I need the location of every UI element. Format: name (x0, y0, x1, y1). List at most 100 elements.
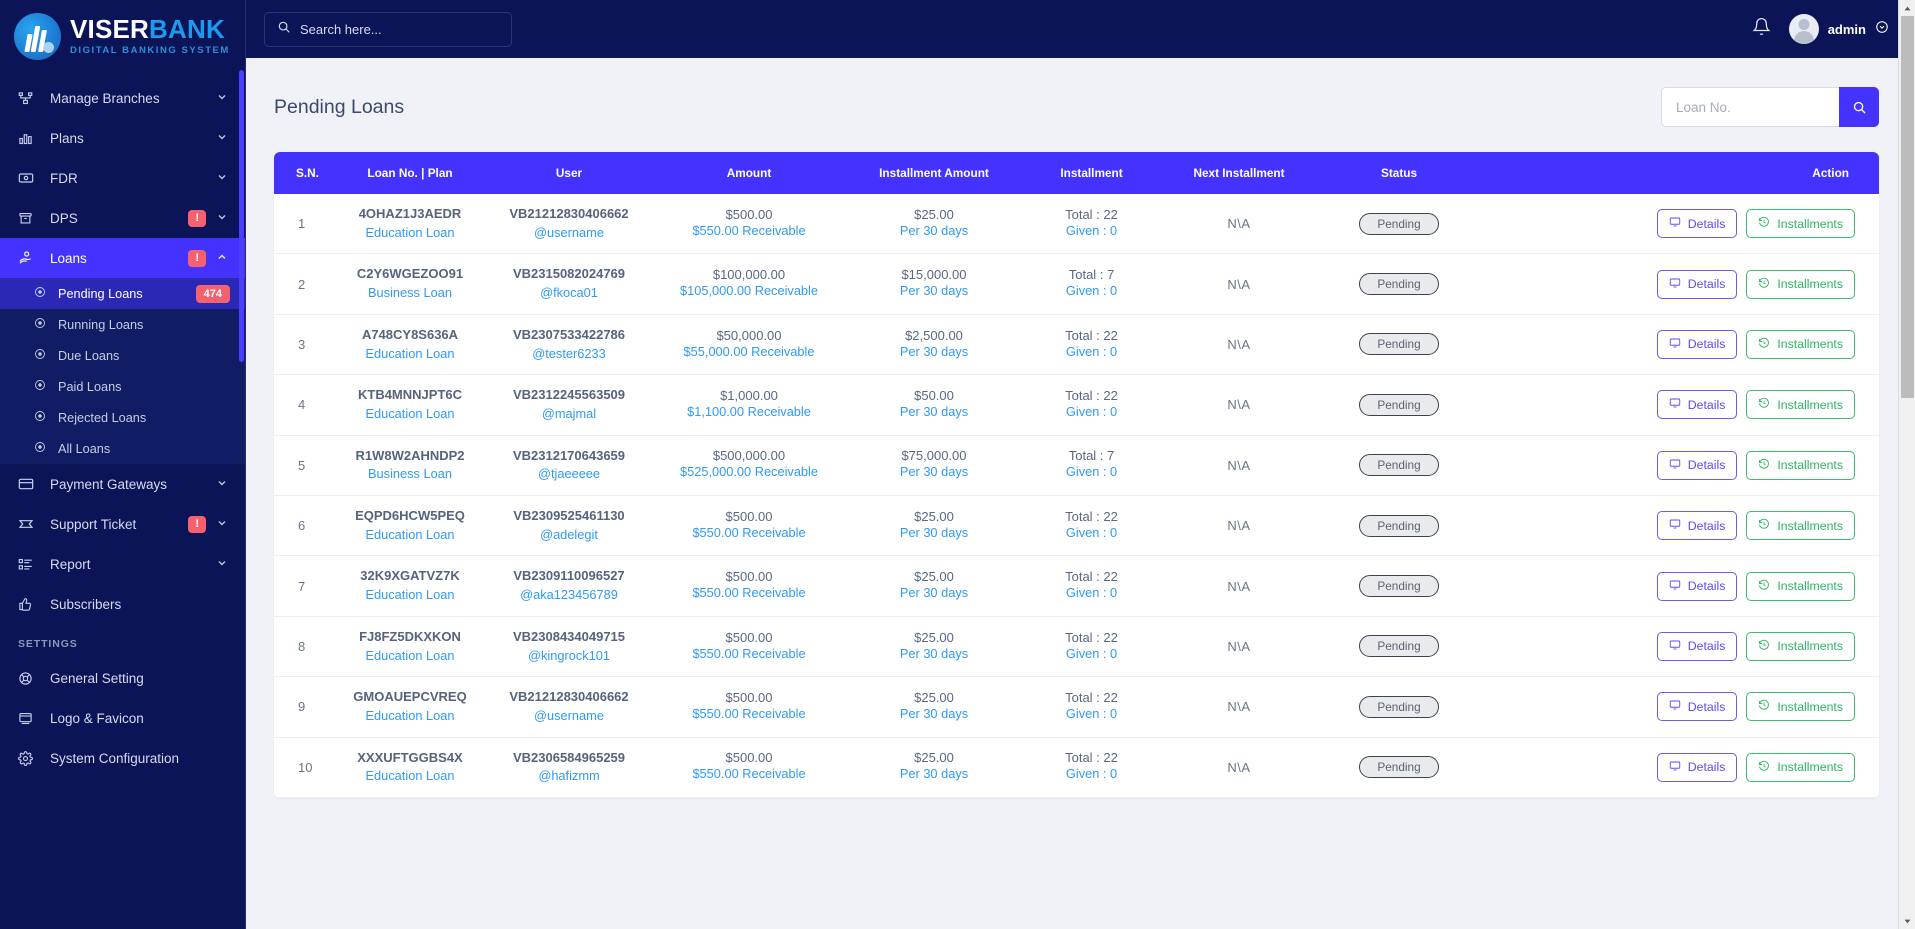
username[interactable]: @tester6233 (494, 345, 644, 364)
col-sn: S.N. (274, 152, 336, 194)
loan-plan[interactable]: Education Loan (346, 526, 474, 545)
installments-button[interactable]: Installments (1746, 571, 1855, 601)
loan-search-button[interactable] (1839, 87, 1879, 127)
installment-amount: $25.00 (914, 629, 954, 645)
cell-status: Pending (1319, 435, 1479, 496)
details-button[interactable]: Details (1656, 631, 1738, 661)
notification-bell-icon[interactable] (1751, 17, 1771, 41)
sidebar-item-loans[interactable]: Loans ! (0, 238, 246, 278)
brand-text: VISERBANK DIGITAL BANKING SYSTEM (70, 16, 230, 56)
amount: $500.00 (725, 206, 773, 222)
global-search-placeholder: Search here... (300, 21, 382, 37)
sidebar-item-support-ticket[interactable]: Support Ticket ! (0, 504, 246, 544)
cell-status: Pending (1319, 374, 1479, 436)
installment-total: Total : 22 (1065, 569, 1118, 585)
username[interactable]: @adelegit (494, 526, 644, 545)
details-button[interactable]: Details (1656, 450, 1738, 480)
sidebar-item-general-setting[interactable]: General Setting (0, 658, 246, 698)
installments-button[interactable]: Installments (1746, 329, 1855, 359)
amount: $50,000.00 (716, 327, 782, 343)
username[interactable]: @aka123456789 (494, 586, 644, 605)
installments-button[interactable]: Installments (1746, 511, 1855, 541)
sidebar-item-rejected-loans[interactable]: Rejected Loans (0, 402, 246, 433)
circle-dot-icon (34, 379, 54, 394)
monitor-icon (1669, 760, 1681, 775)
circle-dot-icon (34, 286, 54, 301)
details-button[interactable]: Details (1656, 752, 1738, 782)
cell-action: Details Installments (1479, 314, 1879, 376)
loan-no: C2Y6WGEZOO91 (356, 266, 464, 282)
sidebar-item-all-loans[interactable]: All Loans (0, 433, 246, 464)
sidebar-item-pending-loans[interactable]: Pending Loans 474 (0, 278, 246, 309)
monitor-icon (1669, 579, 1681, 594)
details-button[interactable]: Details (1656, 209, 1738, 239)
username[interactable]: @hafizmm (494, 767, 644, 786)
details-button[interactable]: Details (1656, 571, 1738, 601)
sidebar-item-logo-favicon[interactable]: Logo & Favicon (0, 698, 246, 738)
scroll-down-arrow[interactable] (1899, 913, 1915, 929)
page-scrollbar[interactable] (1898, 0, 1915, 929)
installment-given: Given : 0 (1065, 222, 1118, 238)
receivable: $550.00 Receivable (692, 524, 806, 540)
cell-action: Details Installments (1479, 435, 1879, 496)
username[interactable]: @username (494, 224, 644, 243)
sidebar-item-due-loans[interactable]: Due Loans (0, 340, 246, 371)
sidebar-item-paid-loans[interactable]: Paid Loans (0, 371, 246, 402)
user-menu[interactable]: admin (1788, 14, 1889, 44)
loan-no-input[interactable] (1661, 87, 1839, 127)
loan-plan[interactable]: Education Loan (346, 707, 474, 726)
cell-installment-amount: $15,000.00 Per 30 days (844, 253, 1024, 315)
installment-amount: $25.00 (914, 569, 954, 585)
details-button[interactable]: Details (1656, 511, 1738, 541)
installments-button[interactable]: Installments (1746, 631, 1855, 661)
username[interactable]: @fkoca01 (494, 284, 644, 303)
installments-button[interactable]: Installments (1746, 752, 1855, 782)
username[interactable]: @tjaeeeee (494, 465, 644, 484)
installments-button[interactable]: Installments (1746, 269, 1855, 299)
user-id: VB2309525461130 (513, 507, 625, 523)
scrollbar-thumb[interactable] (1901, 16, 1914, 398)
sidebar-item-system-configuration[interactable]: System Configuration (0, 738, 246, 778)
details-button[interactable]: Details (1656, 692, 1738, 722)
installments-label: Installments (1777, 397, 1843, 412)
cell-loan-no-plan: C2Y6WGEZOO91 Business Loan (336, 253, 484, 315)
cell-status: Pending (1319, 555, 1479, 617)
installments-button[interactable]: Installments (1746, 390, 1855, 420)
loan-plan[interactable]: Education Loan (346, 405, 474, 424)
cell-installment-amount: $75,000.00 Per 30 days (844, 435, 1024, 496)
loan-plan[interactable]: Business Loan (346, 465, 474, 484)
alert-badge: ! (188, 209, 206, 227)
installments-button[interactable]: Installments (1746, 692, 1855, 722)
sidebar-item-manage-branches[interactable]: Manage Branches (0, 78, 246, 118)
cell-action: Details Installments (1479, 253, 1879, 315)
sidebar-item-payment-gateways[interactable]: Payment Gateways (0, 464, 246, 504)
sidebar-item-plans[interactable]: Plans (0, 118, 246, 158)
loan-plan[interactable]: Education Loan (346, 586, 474, 605)
sidebar-item-subscribers[interactable]: Subscribers (0, 584, 246, 624)
details-button[interactable]: Details (1656, 329, 1738, 359)
user-id: VB2306584965259 (512, 749, 626, 765)
status-badge: Pending (1359, 454, 1439, 477)
sidebar-item-running-loans[interactable]: Running Loans (0, 309, 246, 340)
loan-plan[interactable]: Education Loan (346, 345, 474, 364)
status-badge: Pending (1359, 756, 1439, 779)
username[interactable]: @majmal (494, 405, 644, 424)
sidebar-item-fdr[interactable]: FDR (0, 158, 246, 198)
brand-logo-block[interactable]: VISERBANK DIGITAL BANKING SYSTEM (0, 0, 246, 72)
loan-plan[interactable]: Education Loan (346, 767, 474, 786)
scroll-up-arrow[interactable] (1899, 0, 1915, 16)
global-search-input[interactable]: Search here... (264, 11, 512, 47)
installments-button[interactable]: Installments (1746, 450, 1855, 480)
installments-button[interactable]: Installments (1746, 209, 1855, 239)
loan-plan[interactable]: Education Loan (346, 224, 474, 243)
loan-plan[interactable]: Business Loan (346, 284, 474, 303)
details-button[interactable]: Details (1656, 390, 1738, 420)
username[interactable]: @kingrock101 (494, 647, 644, 666)
sidebar-item-dps[interactable]: DPS ! (0, 198, 246, 238)
table-row: 9 GMOAUEPCVREQ Education Loan VB21212830406… (274, 676, 1879, 738)
loan-plan[interactable]: Education Loan (346, 647, 474, 666)
details-button[interactable]: Details (1656, 269, 1738, 299)
sidebar-scrollbar[interactable] (239, 70, 244, 362)
username[interactable]: @username (494, 707, 644, 726)
sidebar-item-report[interactable]: Report (0, 544, 246, 584)
